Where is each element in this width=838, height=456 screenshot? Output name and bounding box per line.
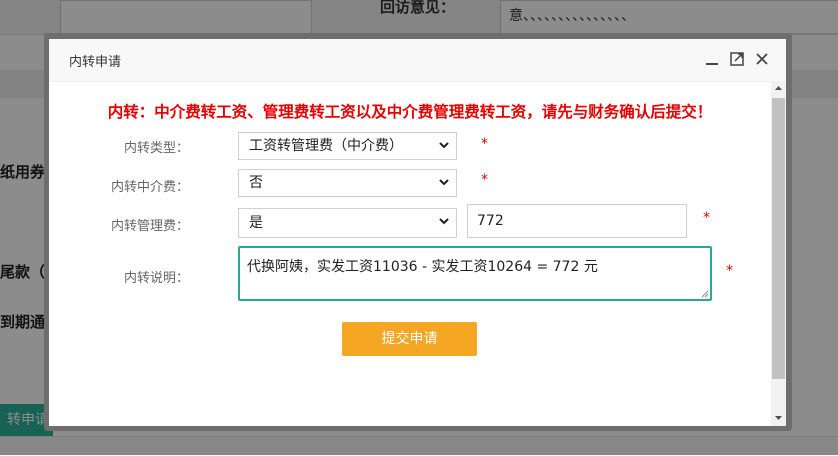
transfer-type-label: 内转类型：: [123, 141, 189, 156]
submit-button[interactable]: 提交申请: [342, 322, 477, 356]
dialog-header: 内转申请: [49, 39, 786, 82]
agency-fee-select[interactable]: 否: [238, 169, 457, 197]
chevron-down-icon: [439, 142, 449, 149]
scroll-up-icon[interactable]: [774, 84, 783, 92]
dialog-scrollbar[interactable]: [771, 82, 786, 426]
mgmt-fee-label: 内转管理费：: [110, 219, 189, 234]
close-icon[interactable]: [752, 49, 772, 69]
transfer-type-value: 工资转管理费（中介费）: [249, 138, 403, 154]
required-mark: *: [703, 210, 710, 226]
resize-grip-icon[interactable]: [701, 290, 709, 298]
chevron-down-icon: [439, 179, 449, 186]
transfer-type-select[interactable]: 工资转管理费（中介费）: [238, 132, 457, 160]
scroll-down-icon[interactable]: [774, 414, 783, 422]
chevron-down-icon: [439, 218, 449, 225]
scroll-thumb[interactable]: [772, 98, 785, 379]
maximize-icon[interactable]: [727, 49, 747, 69]
warning-notice: 内转：中介费转工资、管理费转工资以及中介费管理费转工资，请先与财务确认后提交！: [107, 103, 713, 121]
mgmt-fee-value: 是: [249, 215, 263, 231]
note-textarea[interactable]: 代换阿姨，实发工资11036 - 实发工资10264 = 772 元: [238, 246, 712, 301]
transfer-dialog: 内转申请 内转：中介费转工资、管理费转工资以及中介费管理费转工资，请先与财务确认…: [49, 39, 786, 426]
required-mark: *: [726, 263, 733, 279]
dialog-title: 内转申请: [69, 55, 122, 70]
note-label: 内转说明：: [123, 271, 189, 286]
mgmt-fee-select[interactable]: 是: [238, 208, 457, 238]
minimize-icon[interactable]: [702, 49, 722, 69]
required-mark: *: [481, 172, 488, 188]
required-mark: *: [481, 136, 488, 152]
dialog-body: 内转：中介费转工资、管理费转工资以及中介费管理费转工资，请先与财务确认后提交！ …: [49, 82, 771, 426]
mgmt-fee-amount-input[interactable]: 772: [467, 204, 687, 238]
agency-fee-value: 否: [249, 175, 263, 191]
note-value: 代换阿姨，实发工资11036 - 实发工资10264 = 772 元: [247, 259, 598, 275]
agency-fee-label: 内转中介费：: [110, 180, 189, 195]
